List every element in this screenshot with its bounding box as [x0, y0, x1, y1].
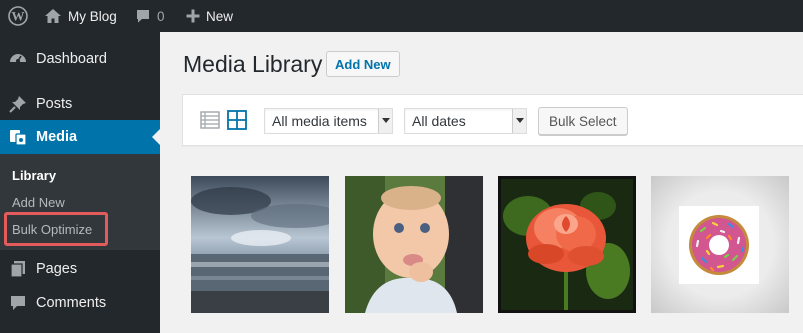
grid-view-icon[interactable] — [227, 110, 247, 130]
pages-icon — [8, 259, 28, 279]
bulk-optimize-highlight-box — [4, 212, 108, 246]
sidebar-item-pages[interactable]: Pages — [0, 252, 160, 286]
site-name-label: My Blog — [68, 8, 117, 24]
media-thumbnail-baby[interactable] — [345, 176, 483, 313]
media-thumbnail-rose[interactable] — [498, 176, 636, 313]
svg-text:W: W — [12, 9, 25, 24]
sidebar-item-label: Pages — [36, 261, 78, 277]
date-filter-select[interactable]: All dates — [404, 108, 527, 134]
sidebar-item-comments[interactable]: Comments — [0, 286, 160, 320]
sidebar-item-label: Dashboard — [36, 51, 107, 67]
site-name-link[interactable]: My Blog — [44, 0, 117, 32]
new-label: New — [206, 8, 234, 24]
plus-icon — [186, 9, 200, 23]
list-view-icon[interactable] — [200, 110, 220, 130]
page-title: Media Library — [183, 51, 323, 77]
sidebar-item-dashboard[interactable]: Dashboard — [0, 42, 160, 76]
bulk-select-button[interactable]: Bulk Select — [538, 107, 628, 135]
sidebar-item-label: Media — [36, 129, 78, 145]
sidebar-item-posts[interactable]: Posts — [0, 87, 160, 121]
comment-icon — [8, 293, 28, 313]
home-icon — [45, 9, 61, 23]
dropdown-arrow-icon — [378, 109, 392, 133]
admin-bar: W My Blog 0 New — [0, 0, 803, 32]
add-new-button[interactable]: Add New — [326, 51, 400, 77]
pushpin-icon — [8, 94, 28, 114]
comment-bubble-icon — [137, 10, 149, 23]
wordpress-logo-icon[interactable]: W — [8, 0, 28, 32]
sidebar-item-media[interactable]: Media — [0, 120, 160, 154]
sidebar-item-label: Comments — [36, 295, 107, 311]
media-thumbnail-donut[interactable] — [651, 176, 789, 313]
comments-count: 0 — [157, 8, 165, 24]
media-toolbar: All media items All dates Bulk Select — [182, 94, 803, 146]
admin-sidebar: Dashboard Posts Media Library Add New Bu… — [0, 32, 160, 333]
media-type-filter-select[interactable]: All media items — [264, 108, 393, 134]
dashboard-icon — [8, 49, 28, 69]
new-content-link[interactable]: New — [186, 0, 233, 32]
dropdown-arrow-icon — [512, 109, 526, 133]
comments-link[interactable]: 0 — [135, 0, 165, 32]
date-filter-value: All dates — [412, 113, 466, 129]
media-icon — [8, 127, 28, 147]
submenu-item-add-new[interactable]: Add New — [12, 195, 65, 210]
media-type-filter-value: All media items — [272, 113, 367, 129]
media-thumbnail-ocean[interactable] — [191, 176, 329, 313]
submenu-item-library[interactable]: Library — [12, 168, 56, 183]
sidebar-item-label: Posts — [36, 96, 73, 112]
